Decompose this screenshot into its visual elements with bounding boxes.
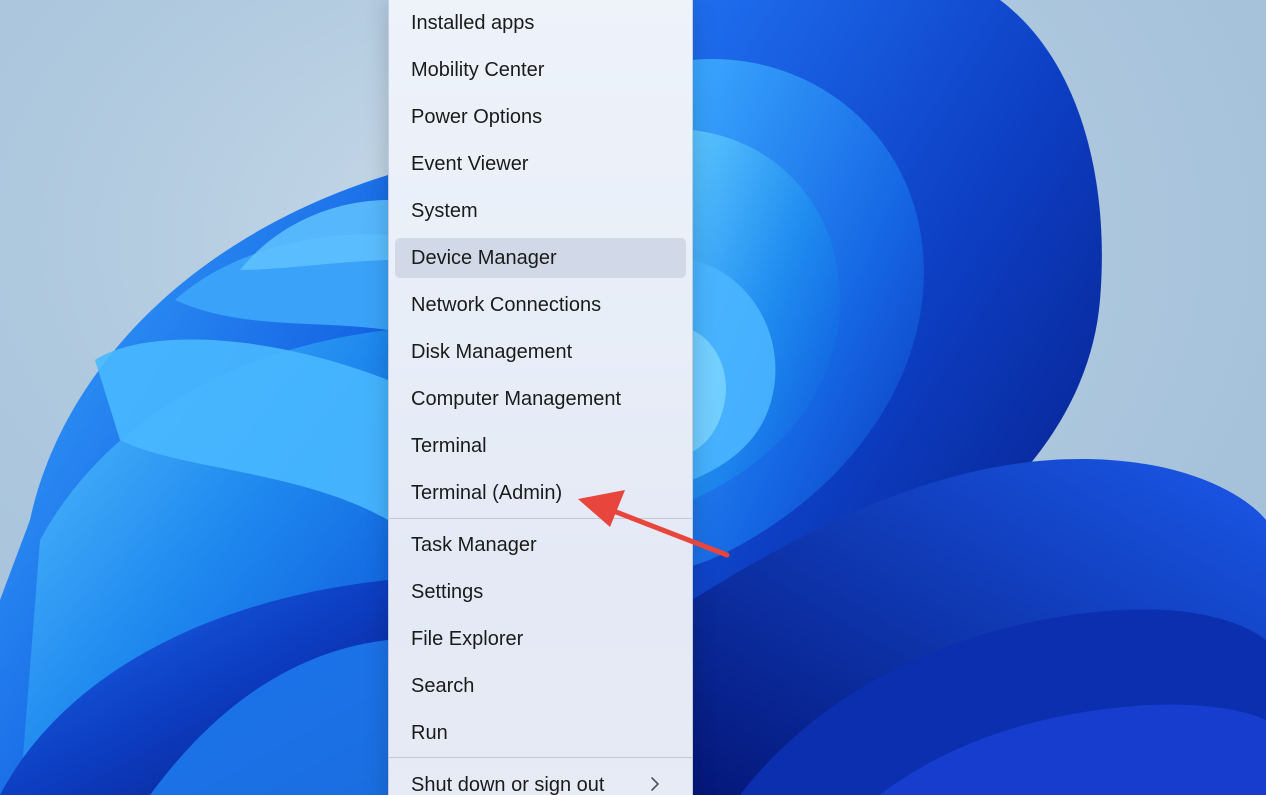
menu-item-label: Computer Management [411,387,622,410]
menu-item-search[interactable]: Search [395,666,686,706]
menu-item-installed-apps[interactable]: Installed apps [395,3,686,43]
menu-item-network-connections[interactable]: Network Connections [395,285,686,325]
menu-item-label: Installed apps [411,11,535,34]
menu-separator [389,518,692,519]
menu-item-file-explorer[interactable]: File Explorer [395,619,686,659]
menu-item-mobility-center[interactable]: Mobility Center [395,50,686,90]
menu-separator [389,757,692,758]
menu-item-label: Run [411,721,448,744]
menu-item-settings[interactable]: Settings [395,572,686,612]
menu-item-computer-management[interactable]: Computer Management [395,379,686,419]
menu-item-label: Mobility Center [411,58,545,81]
menu-item-terminal-admin[interactable]: Terminal (Admin) [395,473,686,513]
menu-item-terminal[interactable]: Terminal [395,426,686,466]
menu-item-label: Power Options [411,105,543,128]
menu-item-label: Terminal (Admin) [411,481,563,504]
menu-item-label: Settings [411,580,484,603]
menu-item-label: Shut down or sign out [411,773,605,795]
menu-item-label: Search [411,674,475,697]
menu-item-label: Terminal [411,434,487,457]
menu-item-label: System [411,199,478,222]
menu-item-label: Device Manager [411,246,557,269]
menu-item-label: Task Manager [411,533,537,556]
menu-item-system[interactable]: System [395,191,686,231]
menu-item-shut-down-or-sign-out[interactable]: Shut down or sign out [395,765,686,795]
menu-item-device-manager[interactable]: Device Manager [395,238,686,278]
menu-item-run[interactable]: Run [395,713,686,753]
desktop: Installed apps Mobility Center Power Opt… [0,0,1266,795]
menu-item-disk-management[interactable]: Disk Management [395,332,686,372]
menu-item-label: Event Viewer [411,152,529,175]
menu-item-label: File Explorer [411,627,524,650]
menu-item-task-manager[interactable]: Task Manager [395,525,686,565]
chevron-right-icon [646,775,664,793]
menu-item-label: Disk Management [411,340,573,363]
power-user-menu: Installed apps Mobility Center Power Opt… [388,0,693,795]
menu-item-event-viewer[interactable]: Event Viewer [395,144,686,184]
menu-item-label: Network Connections [411,293,602,316]
menu-item-power-options[interactable]: Power Options [395,97,686,137]
